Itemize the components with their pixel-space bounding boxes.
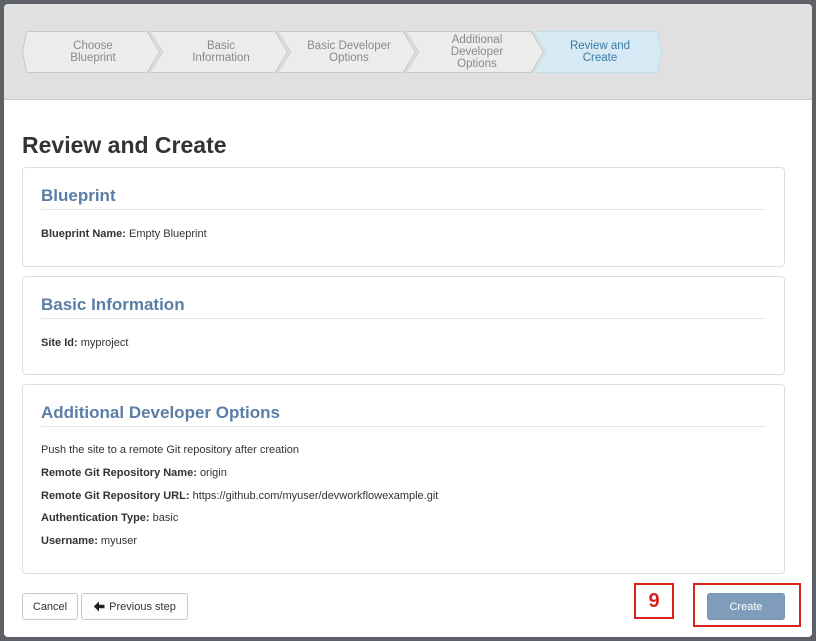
field-value: Empty Blueprint: [129, 228, 207, 240]
wizard-stepper: Choose Blueprint Basic Information Basic…: [4, 4, 812, 100]
username-field: Username: myuser: [41, 535, 137, 547]
field-value: myproject: [80, 337, 129, 349]
panel-title: Additional Developer Options: [41, 403, 280, 422]
step-label-line: Developer: [450, 46, 504, 58]
panel-title: Basic Information: [41, 295, 185, 314]
step-choose-blueprint[interactable]: Choose Blueprint: [22, 31, 160, 73]
field-label: Blueprint Name:: [41, 228, 126, 240]
step-label: Basic Developer Options: [279, 32, 415, 72]
field-label: Authentication Type:: [41, 512, 150, 524]
create-site-dialog: Choose Blueprint Basic Information Basic…: [4, 4, 812, 637]
cancel-button[interactable]: Cancel: [22, 593, 78, 620]
remote-url-field: Remote Git Repository URL: https://githu…: [41, 490, 438, 502]
step-label-line: Basic Developer: [307, 40, 391, 52]
step-label: Basic Information: [151, 32, 287, 72]
panel-title: Blueprint: [41, 186, 116, 205]
step-review-and-create[interactable]: Review and Create: [534, 31, 662, 73]
authentication-type-field: Authentication Type: basic: [41, 512, 178, 524]
wizard-steps: Choose Blueprint Basic Information Basic…: [22, 31, 672, 73]
field-value: https://github.com/myuser/devworkflowexa…: [192, 490, 439, 502]
step-basic-information[interactable]: Basic Information: [150, 31, 288, 73]
site-id-field: Site Id: myproject: [41, 337, 128, 349]
additional-developer-options-panel: Additional Developer Options Push the si…: [22, 384, 785, 574]
step-number-callout: 9: [634, 583, 674, 619]
step-basic-developer-options[interactable]: Basic Developer Options: [278, 31, 416, 73]
step-label-line: Additional: [451, 34, 503, 46]
push-remote-text: Push the site to a remote Git repository…: [41, 444, 299, 456]
field-value: origin: [199, 467, 227, 479]
field-label: Site Id:: [41, 337, 78, 349]
panel-divider: [41, 318, 766, 319]
blueprint-panel: Blueprint Blueprint Name: Empty Blueprin…: [22, 167, 785, 267]
step-additional-developer-options[interactable]: Additional Developer Options: [406, 31, 544, 73]
step-label: Review and Create: [535, 32, 661, 72]
field-label: Remote Git Repository Name:: [41, 467, 197, 479]
panel-divider: [41, 209, 766, 210]
basic-information-panel: Basic Information Site Id: myproject: [22, 276, 785, 375]
arrow-left-icon: [93, 601, 105, 612]
step-label: Choose Blueprint: [23, 32, 159, 72]
page-title: Review and Create: [22, 132, 227, 158]
previous-step-label: Previous step: [109, 600, 176, 613]
blueprint-name-field: Blueprint Name: Empty Blueprint: [41, 228, 207, 240]
step-label-line: Options: [329, 52, 369, 64]
panel-divider: [41, 426, 766, 427]
field-label: Username:: [41, 535, 98, 547]
previous-step-button[interactable]: Previous step: [81, 593, 188, 620]
create-button-highlight: [693, 583, 801, 627]
step-label-line: Review and: [569, 40, 631, 52]
field-value: myuser: [100, 535, 137, 547]
step-label-line: Options: [457, 58, 497, 70]
step-label-line: Create: [582, 52, 618, 64]
field-value: Push the site to a remote Git repository…: [41, 444, 300, 456]
step-label-line: Basic: [206, 40, 236, 52]
step-label: Additional Developer Options: [407, 32, 543, 72]
step-label-line: Information: [192, 52, 250, 64]
step-label-line: Choose: [73, 40, 113, 52]
field-value: basic: [152, 512, 179, 524]
field-label: Remote Git Repository URL:: [41, 490, 190, 502]
step-label-line: Blueprint: [70, 52, 116, 64]
remote-name-field: Remote Git Repository Name: origin: [41, 467, 227, 479]
